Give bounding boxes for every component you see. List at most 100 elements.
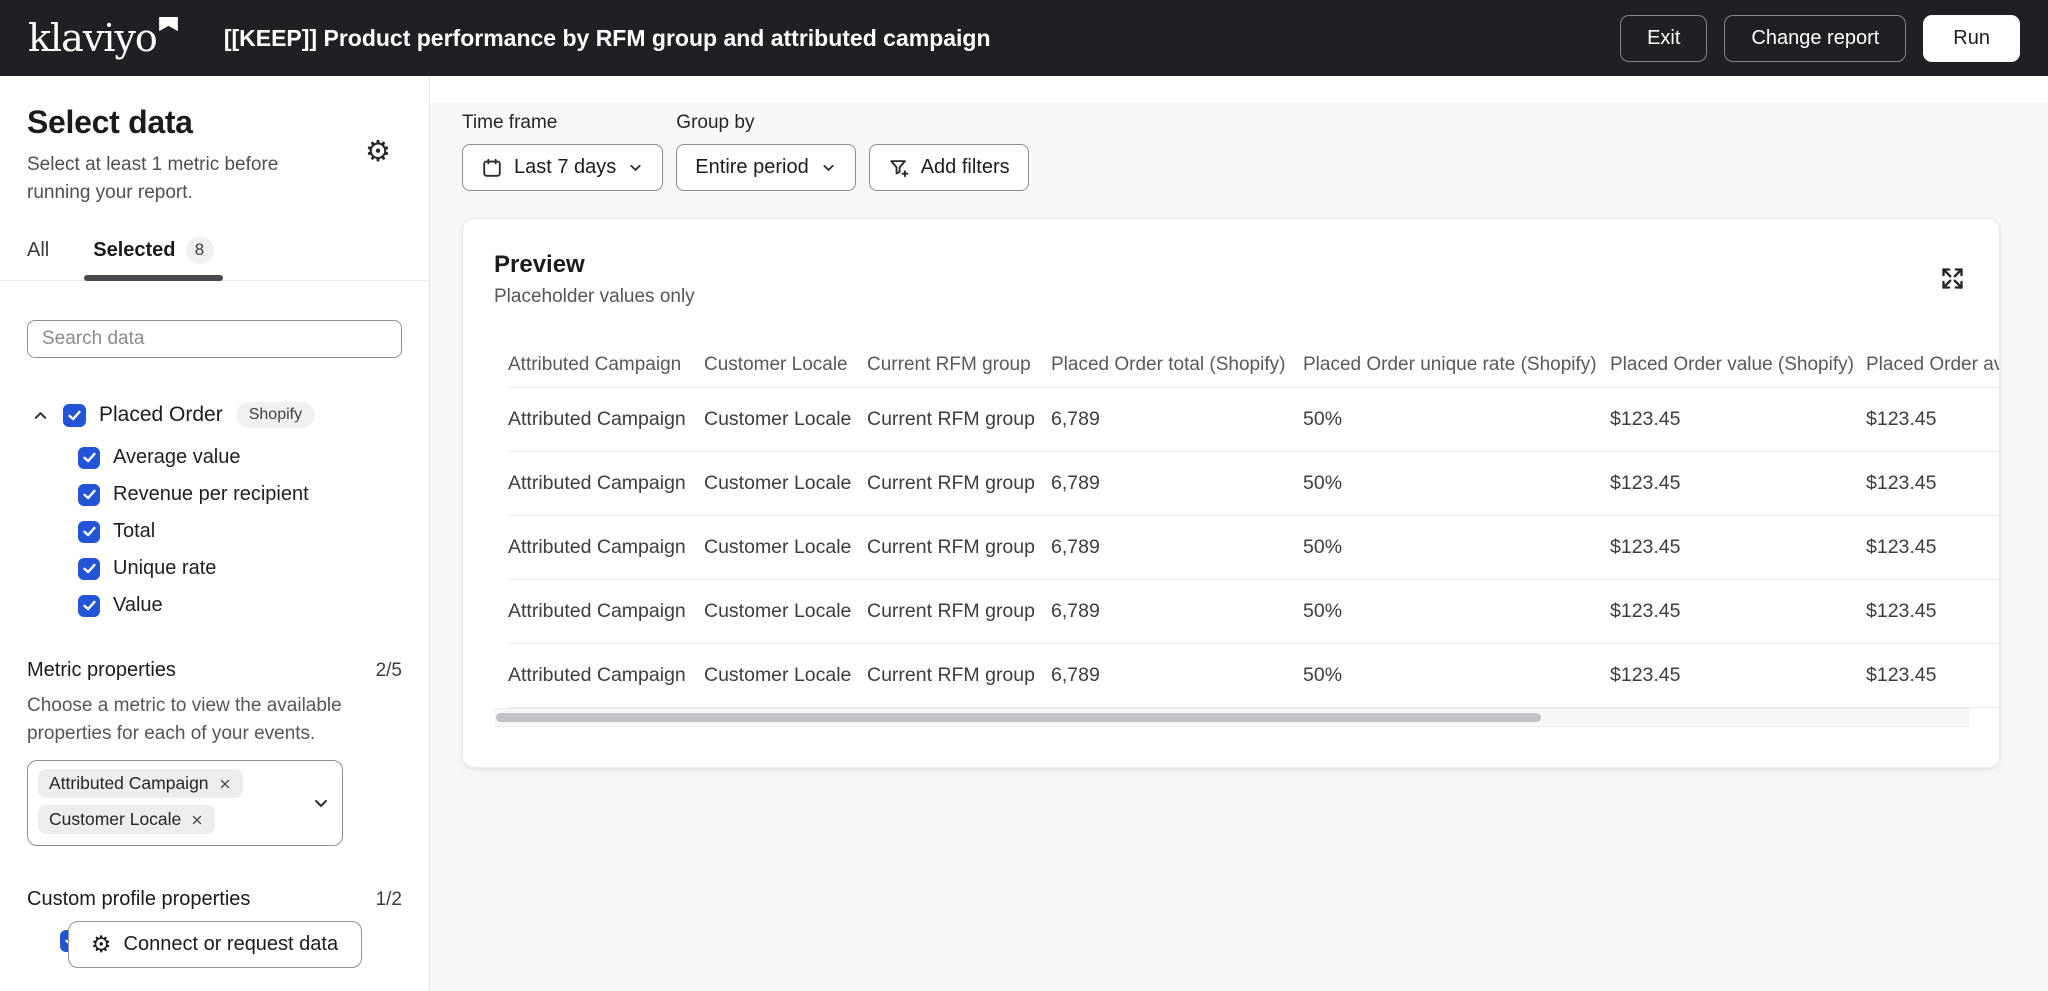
connect-button-label: Connect or request data (124, 933, 339, 956)
table-cell: $123.45 (1610, 408, 1866, 431)
table-cell: Customer Locale (704, 472, 867, 495)
tab-all-label: All (27, 239, 49, 262)
table-cell: Customer Locale (704, 408, 867, 431)
custom-profile-properties-title: Custom profile properties (27, 888, 250, 911)
metric-checkbox[interactable] (78, 595, 100, 617)
metric-checkbox[interactable] (78, 447, 100, 469)
metric-item[interactable]: Average value (78, 446, 402, 469)
table-cell: $123.45 (1866, 472, 2000, 495)
report-title: [[KEEP]] Product performance by RFM grou… (224, 25, 991, 52)
table-cell: Customer Locale (704, 536, 867, 559)
metric-checkbox[interactable] (78, 558, 100, 580)
horizontal-scrollbar-thumb[interactable] (496, 713, 1541, 722)
metric-label: Revenue per recipient (113, 483, 309, 506)
group-by-control: Group by Entire period (676, 112, 855, 191)
table-cell: Attributed Campaign (508, 408, 704, 431)
table-cell: 6,789 (1051, 600, 1303, 623)
expand-icon[interactable] (1939, 265, 1966, 292)
time-frame-select[interactable]: Last 7 days (462, 144, 663, 191)
chevron-up-icon[interactable] (31, 406, 50, 425)
selected-count-badge: 8 (186, 236, 214, 264)
chevron-down-icon[interactable] (311, 793, 331, 813)
metric-properties-select[interactable]: Attributed Campaign Customer Locale (27, 760, 343, 846)
table-row: Attributed Campaign Customer Locale Curr… (508, 516, 2000, 580)
exit-button[interactable]: Exit (1620, 15, 1707, 62)
main-area: Time frame Last 7 days Group by Entire p… (430, 76, 2048, 991)
table-cell: 6,789 (1051, 408, 1303, 431)
table-cell: Customer Locale (704, 600, 867, 623)
metric-item[interactable]: Unique rate (78, 557, 402, 580)
run-button[interactable]: Run (1923, 15, 2020, 62)
table-header-row: Attributed Campaign Customer Locale Curr… (508, 342, 2000, 388)
topbar-actions: Exit Change report Run (1620, 15, 2020, 62)
metric-checkbox[interactable] (78, 484, 100, 506)
remove-tag-icon[interactable] (218, 777, 232, 791)
table-cell: $123.45 (1610, 600, 1866, 623)
filter-funnel-icon (888, 157, 910, 179)
table-cell: 50% (1303, 664, 1610, 687)
metric-tree: Placed Order Shopify Average value Reven… (27, 402, 402, 617)
metric-properties-header: Metric properties 2/5 (27, 659, 402, 682)
settings-gear-icon[interactable]: ⚙ (365, 138, 391, 167)
column-header: Placed Order value (Shopify) (1610, 354, 1866, 376)
metric-item[interactable]: Revenue per recipient (78, 483, 402, 506)
table-cell: Current RFM group (867, 536, 1051, 559)
table-row: Attributed Campaign Customer Locale Curr… (508, 644, 2000, 708)
connect-or-request-data-button[interactable]: ⚙ Connect or request data (68, 921, 362, 968)
table-cell: Attributed Campaign (508, 472, 704, 495)
horizontal-scrollbar-track[interactable] (494, 708, 1970, 727)
metric-label: Unique rate (113, 557, 216, 580)
column-header: Current RFM group (867, 354, 1051, 376)
group-by-select[interactable]: Entire period (676, 144, 855, 191)
source-badge: Shopify (236, 402, 315, 428)
top-bar: klaviyo [[KEEP]] Product performance by … (0, 0, 2048, 76)
table-cell: Current RFM group (867, 472, 1051, 495)
chevron-down-icon (820, 159, 837, 176)
table-cell: Current RFM group (867, 600, 1051, 623)
table-cell: $123.45 (1866, 664, 2000, 687)
table-cell: 50% (1303, 536, 1610, 559)
tag-label: Attributed Campaign (49, 773, 209, 794)
add-filters-label: Add filters (921, 156, 1010, 179)
metric-group-row[interactable]: Placed Order Shopify (27, 402, 402, 428)
table-cell: $123.45 (1866, 536, 2000, 559)
tab-all[interactable]: All (27, 239, 49, 278)
metric-item[interactable]: Total (78, 520, 402, 543)
table-row: Attributed Campaign Customer Locale Curr… (508, 580, 2000, 644)
custom-profile-properties-header: Custom profile properties 1/2 (27, 888, 402, 911)
placed-order-checkbox[interactable] (63, 404, 86, 427)
search-data-input[interactable] (27, 320, 402, 358)
tab-selected[interactable]: Selected 8 (93, 236, 213, 280)
table-cell: 6,789 (1051, 536, 1303, 559)
preview-table: Attributed Campaign Customer Locale Curr… (508, 342, 2000, 708)
table-cell: 50% (1303, 408, 1610, 431)
sidebar-title: Select data (27, 104, 402, 141)
table-cell: 50% (1303, 472, 1610, 495)
group-by-value: Entire period (695, 156, 808, 179)
table-row: Attributed Campaign Customer Locale Curr… (508, 452, 2000, 516)
gear-icon: ⚙ (91, 933, 112, 956)
klaviyo-logo: klaviyo (28, 19, 178, 57)
tab-selected-label: Selected (93, 239, 175, 262)
selected-property-tag: Attributed Campaign (38, 769, 243, 798)
column-header: Placed Order total (Shopify) (1051, 354, 1303, 376)
metric-item[interactable]: Value (78, 594, 402, 617)
add-filters-button[interactable]: Add filters (869, 144, 1029, 191)
group-by-label: Group by (676, 112, 855, 134)
tag-label: Customer Locale (49, 809, 181, 830)
table-cell: $123.45 (1866, 408, 2000, 431)
remove-tag-icon[interactable] (190, 813, 204, 827)
change-report-button[interactable]: Change report (1724, 15, 1906, 62)
table-cell: $123.45 (1610, 664, 1866, 687)
custom-profile-properties-count: 1/2 (376, 889, 402, 911)
table-cell: Current RFM group (867, 664, 1051, 687)
chevron-down-icon (627, 159, 644, 176)
main-top-strip (430, 76, 2048, 102)
metric-checkbox[interactable] (78, 521, 100, 543)
metric-properties-title: Metric properties (27, 659, 176, 682)
table-cell: 6,789 (1051, 472, 1303, 495)
metric-group-label: Placed Order (99, 403, 223, 427)
table-cell: 50% (1303, 600, 1610, 623)
time-frame-value: Last 7 days (514, 156, 616, 179)
table-cell: Attributed Campaign (508, 536, 704, 559)
